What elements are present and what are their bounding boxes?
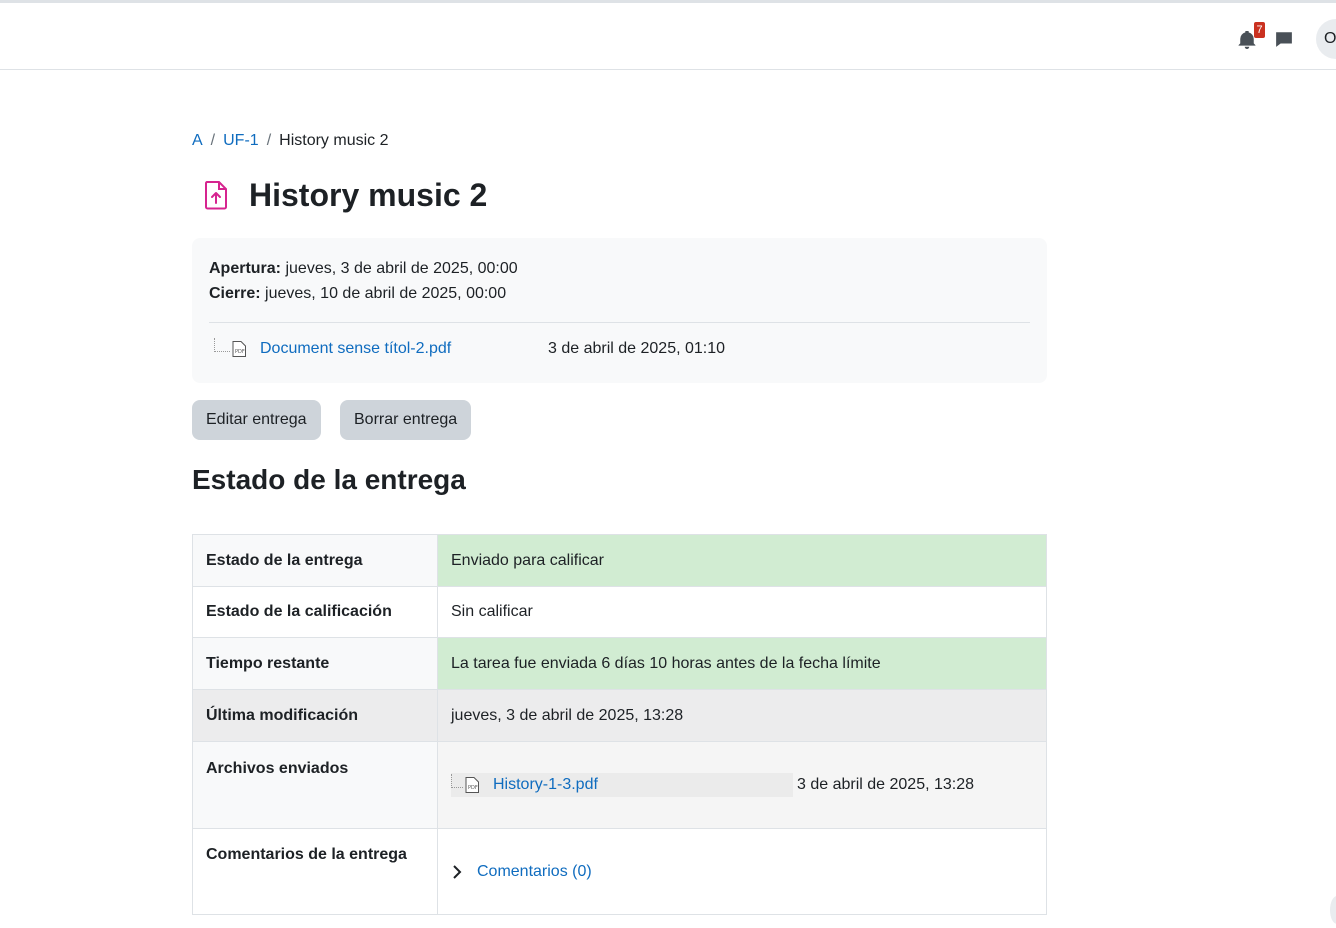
page-title: History music 2 xyxy=(249,176,488,213)
breadcrumb-separator: / xyxy=(266,132,272,149)
closing-date-value: jueves, 10 de abril de 2025, 00:00 xyxy=(265,285,507,302)
time-remaining-value: La tarea fue enviada 6 días 10 horas ant… xyxy=(437,637,1047,690)
tree-connector xyxy=(214,338,230,352)
closing-date: Cierre: jueves, 10 de abril de 2025, 00:… xyxy=(209,281,1030,306)
breadcrumb: A / UF-1 / History music 2 xyxy=(192,132,389,150)
grading-status-label: Estado de la calificación xyxy=(192,586,438,638)
assignment-upload-icon xyxy=(192,175,240,215)
pdf-file-icon: PDF xyxy=(232,341,246,357)
opening-date-value: jueves, 3 de abril de 2025, 00:00 xyxy=(285,260,518,277)
svg-text:PDF: PDF xyxy=(235,349,245,355)
submission-status-table: Estado de la entrega Enviado para califi… xyxy=(192,534,1047,915)
time-remaining-label: Tiempo restante xyxy=(192,637,438,690)
chat-icon[interactable] xyxy=(1275,30,1293,48)
last-modified-label: Última modificación xyxy=(192,689,438,742)
delete-submission-button[interactable]: Borrar entrega xyxy=(340,400,472,440)
submission-comments-label: Comentarios de la entrega xyxy=(192,828,438,915)
table-row: Tiempo restante La tarea fue enviada 6 d… xyxy=(192,637,1047,690)
opening-date: Apertura: jueves, 3 de abril de 2025, 00… xyxy=(209,256,1030,281)
chevron-right-icon[interactable] xyxy=(451,864,463,880)
submitted-file: PDF History-1-3.pdf 3 de abril de 2025, … xyxy=(451,773,974,797)
intro-attachment: PDF Document sense títol-2.pdf 3 de abri… xyxy=(214,338,1034,358)
pdf-file-icon: PDF xyxy=(465,777,479,793)
submission-status-heading: Estado de la entrega xyxy=(192,464,466,495)
intro-attachment-link[interactable]: Document sense títol-2.pdf xyxy=(260,340,451,358)
table-row: Archivos enviados PDF History-1-3.pdf 3 … xyxy=(192,741,1047,829)
opening-date-label: Apertura: xyxy=(209,260,282,277)
last-modified-value: jueves, 3 de abril de 2025, 13:28 xyxy=(437,689,1047,742)
submission-comments-cell: Comentarios (0) xyxy=(437,828,1047,915)
grading-status-value: Sin calificar xyxy=(437,586,1047,638)
submitted-file-date: 3 de abril de 2025, 13:28 xyxy=(797,776,975,793)
submission-status-label: Estado de la entrega xyxy=(192,534,438,587)
notification-count-badge: 7 xyxy=(1254,22,1265,38)
user-avatar[interactable]: O xyxy=(1316,19,1336,59)
breadcrumb-separator: / xyxy=(210,132,216,149)
top-navbar: 7 O xyxy=(0,0,1336,70)
table-row: Estado de la calificación Sin calificar xyxy=(192,586,1047,638)
svg-text:PDF: PDF xyxy=(468,785,478,791)
divider xyxy=(209,322,1030,323)
scroll-button[interactable] xyxy=(1330,896,1336,924)
comments-link[interactable]: Comentarios (0) xyxy=(477,863,592,881)
page-header: History music 2 xyxy=(192,175,487,215)
edit-submission-button[interactable]: Editar entrega xyxy=(192,400,321,440)
table-row: Estado de la entrega Enviado para califi… xyxy=(192,534,1047,587)
breadcrumb-current: History music 2 xyxy=(279,132,389,149)
breadcrumb-item-uf1[interactable]: UF-1 xyxy=(223,132,259,150)
table-row: Última modificación jueves, 3 de abril d… xyxy=(192,689,1047,742)
comments-toggle[interactable]: Comentarios (0) xyxy=(451,863,1033,881)
closing-date-label: Cierre: xyxy=(209,285,261,302)
tree-connector xyxy=(451,774,463,788)
submitted-file-link[interactable]: History-1-3.pdf xyxy=(493,776,598,794)
submitted-files-cell: PDF History-1-3.pdf 3 de abril de 2025, … xyxy=(437,741,1047,829)
submission-status-value: Enviado para calificar xyxy=(437,534,1047,587)
intro-attachment-date: 3 de abril de 2025, 01:10 xyxy=(548,340,726,357)
submitted-files-label: Archivos enviados xyxy=(192,741,438,829)
activity-dates-box: Apertura: jueves, 3 de abril de 2025, 00… xyxy=(192,238,1047,383)
breadcrumb-item-a[interactable]: A xyxy=(192,132,203,150)
table-row: Comentarios de la entrega Comentarios (0… xyxy=(192,828,1047,915)
